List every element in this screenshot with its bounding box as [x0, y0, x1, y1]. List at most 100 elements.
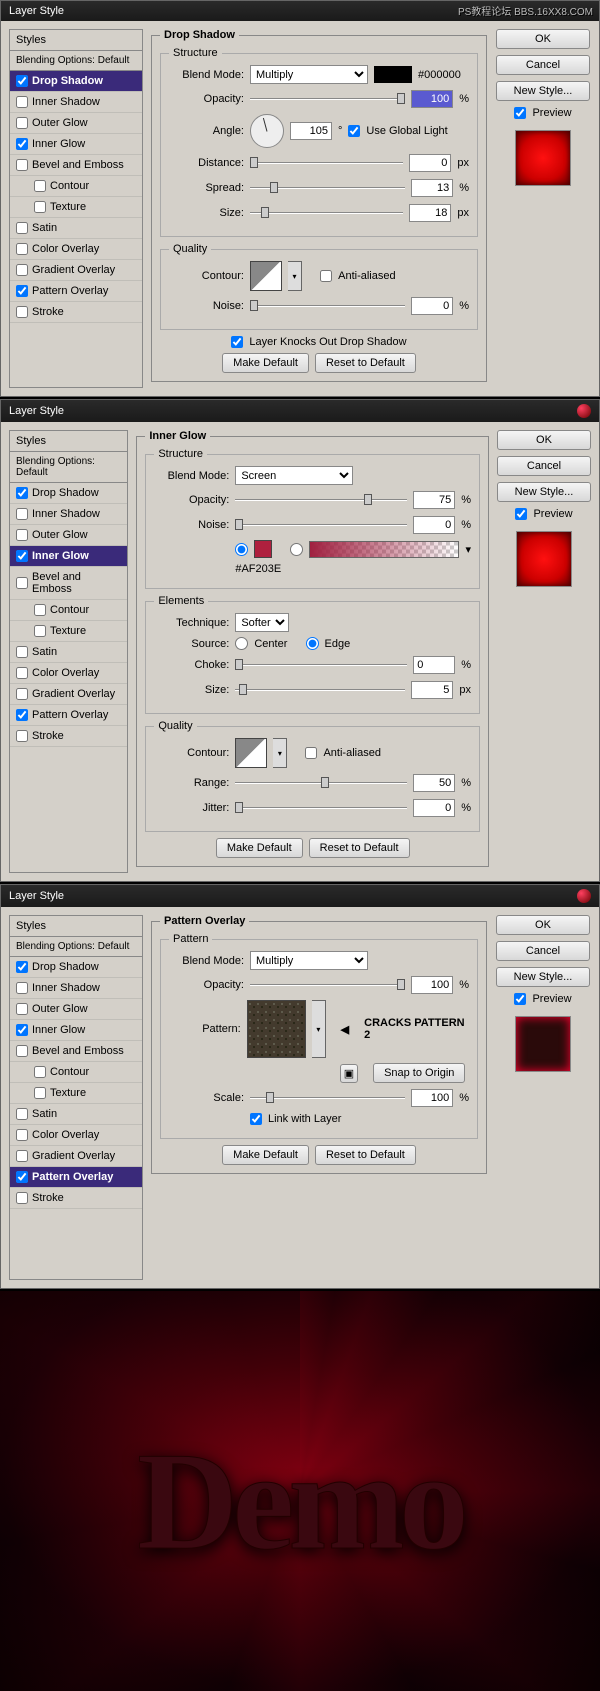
jitter-slider[interactable]	[235, 798, 407, 818]
choke-input[interactable]	[413, 656, 455, 674]
style-item-bevel[interactable]: Bevel and Emboss	[10, 567, 127, 600]
styles-header[interactable]: Styles	[10, 916, 142, 937]
checkbox[interactable]	[16, 285, 28, 297]
style-item-inner-shadow[interactable]: Inner Shadow	[10, 978, 142, 999]
style-item-color-overlay[interactable]: Color Overlay	[10, 663, 127, 684]
size-slider[interactable]	[235, 680, 405, 700]
title-bar[interactable]: Layer Style	[1, 400, 599, 422]
reset-default-button[interactable]: Reset to Default	[315, 1145, 416, 1165]
checkbox[interactable]	[16, 243, 28, 255]
style-item-color-overlay[interactable]: Color Overlay	[10, 1125, 142, 1146]
style-item-pattern-overlay[interactable]: Pattern Overlay	[10, 281, 142, 302]
style-item-outer-glow[interactable]: Outer Glow	[10, 999, 142, 1020]
preview-checkbox[interactable]	[514, 107, 526, 119]
style-item-stroke[interactable]: Stroke	[10, 726, 127, 747]
technique-select[interactable]: Softer	[235, 613, 289, 632]
style-item-contour[interactable]: Contour	[10, 600, 127, 621]
ok-button[interactable]: OK	[496, 29, 590, 49]
distance-input[interactable]	[409, 154, 451, 172]
style-item-contour[interactable]: Contour	[10, 176, 142, 197]
checkbox[interactable]	[16, 159, 28, 171]
global-light-checkbox[interactable]	[348, 125, 360, 137]
gradient-swatch[interactable]	[309, 541, 459, 558]
opacity-slider[interactable]	[250, 975, 405, 995]
opacity-input[interactable]	[411, 90, 453, 108]
checkbox[interactable]	[16, 264, 28, 276]
style-item-inner-shadow[interactable]: Inner Shadow	[10, 504, 127, 525]
cancel-button[interactable]: Cancel	[496, 55, 590, 75]
style-item-contour[interactable]: Contour	[10, 1062, 142, 1083]
ok-button[interactable]: OK	[496, 915, 590, 935]
knocks-out-checkbox[interactable]	[231, 336, 243, 348]
style-item-outer-glow[interactable]: Outer Glow	[10, 113, 142, 134]
contour-swatch[interactable]	[250, 261, 282, 291]
checkbox[interactable]	[16, 138, 28, 150]
cancel-button[interactable]: Cancel	[497, 456, 591, 476]
make-default-button[interactable]: Make Default	[216, 838, 303, 858]
reset-default-button[interactable]: Reset to Default	[309, 838, 410, 858]
color-radio[interactable]	[235, 543, 248, 556]
style-item-texture[interactable]: Texture	[10, 621, 127, 642]
style-item-drop-shadow[interactable]: Drop Shadow	[10, 957, 142, 978]
styles-header[interactable]: Styles	[10, 431, 127, 452]
dropdown-icon[interactable]: ▾	[465, 543, 471, 556]
style-item-inner-shadow[interactable]: Inner Shadow	[10, 92, 142, 113]
blending-options[interactable]: Blending Options: Default	[10, 51, 142, 71]
new-style-button[interactable]: New Style...	[497, 482, 591, 502]
checkbox[interactable]	[16, 306, 28, 318]
style-item-pattern-overlay[interactable]: Pattern Overlay	[10, 1167, 142, 1188]
style-item-drop-shadow[interactable]: Drop Shadow	[10, 483, 127, 504]
preview-checkbox[interactable]	[515, 508, 527, 520]
anti-aliased-checkbox[interactable]	[320, 270, 332, 282]
checkbox[interactable]	[34, 201, 46, 213]
opacity-input[interactable]	[411, 976, 453, 994]
range-slider[interactable]	[235, 773, 407, 793]
checkbox[interactable]	[16, 75, 28, 87]
make-default-button[interactable]: Make Default	[222, 1145, 309, 1165]
contour-dropdown-icon[interactable]: ▾	[273, 738, 287, 768]
pattern-dropdown-icon[interactable]: ▾	[312, 1000, 325, 1058]
new-style-button[interactable]: New Style...	[496, 967, 590, 987]
style-item-inner-glow[interactable]: Inner Glow	[10, 1020, 142, 1041]
contour-dropdown-icon[interactable]: ▾	[288, 261, 302, 291]
jitter-input[interactable]	[413, 799, 455, 817]
link-with-layer-checkbox[interactable]	[250, 1113, 262, 1125]
contour-swatch[interactable]	[235, 738, 267, 768]
style-item-stroke[interactable]: Stroke	[10, 302, 142, 323]
opacity-input[interactable]	[413, 491, 455, 509]
make-default-button[interactable]: Make Default	[222, 353, 309, 373]
style-item-inner-glow[interactable]: Inner Glow	[10, 546, 127, 567]
style-item-texture[interactable]: Texture	[10, 1083, 142, 1104]
checkbox[interactable]	[16, 96, 28, 108]
anti-aliased-checkbox[interactable]	[305, 747, 317, 759]
style-item-color-overlay[interactable]: Color Overlay	[10, 239, 142, 260]
choke-slider[interactable]	[235, 655, 407, 675]
close-icon[interactable]	[577, 404, 591, 418]
style-item-inner-glow[interactable]: Inner Glow	[10, 134, 142, 155]
source-edge-radio[interactable]	[306, 637, 319, 650]
scale-slider[interactable]	[250, 1088, 405, 1108]
spread-input[interactable]	[411, 179, 453, 197]
checkbox[interactable]	[16, 117, 28, 129]
noise-slider[interactable]	[250, 296, 405, 316]
style-item-gradient-overlay[interactable]: Gradient Overlay	[10, 684, 127, 705]
size-input[interactable]	[411, 681, 453, 699]
color-swatch[interactable]	[374, 66, 412, 83]
preview-checkbox[interactable]	[514, 993, 526, 1005]
opacity-slider[interactable]	[235, 490, 407, 510]
blending-options[interactable]: Blending Options: Default	[10, 937, 142, 957]
size-slider[interactable]	[250, 203, 403, 223]
style-item-outer-glow[interactable]: Outer Glow	[10, 525, 127, 546]
noise-slider[interactable]	[235, 515, 407, 535]
angle-dial[interactable]	[250, 114, 284, 148]
size-input[interactable]	[409, 204, 451, 222]
style-item-pattern-overlay[interactable]: Pattern Overlay	[10, 705, 127, 726]
snap-to-origin-button[interactable]: Snap to Origin	[373, 1063, 465, 1083]
distance-slider[interactable]	[250, 153, 403, 173]
style-item-bevel[interactable]: Bevel and Emboss	[10, 155, 142, 176]
blend-mode-select[interactable]: Multiply	[250, 65, 368, 84]
style-item-satin[interactable]: Satin	[10, 1104, 142, 1125]
spread-slider[interactable]	[250, 178, 405, 198]
styles-header[interactable]: Styles	[10, 30, 142, 51]
blending-options[interactable]: Blending Options: Default	[10, 452, 127, 483]
